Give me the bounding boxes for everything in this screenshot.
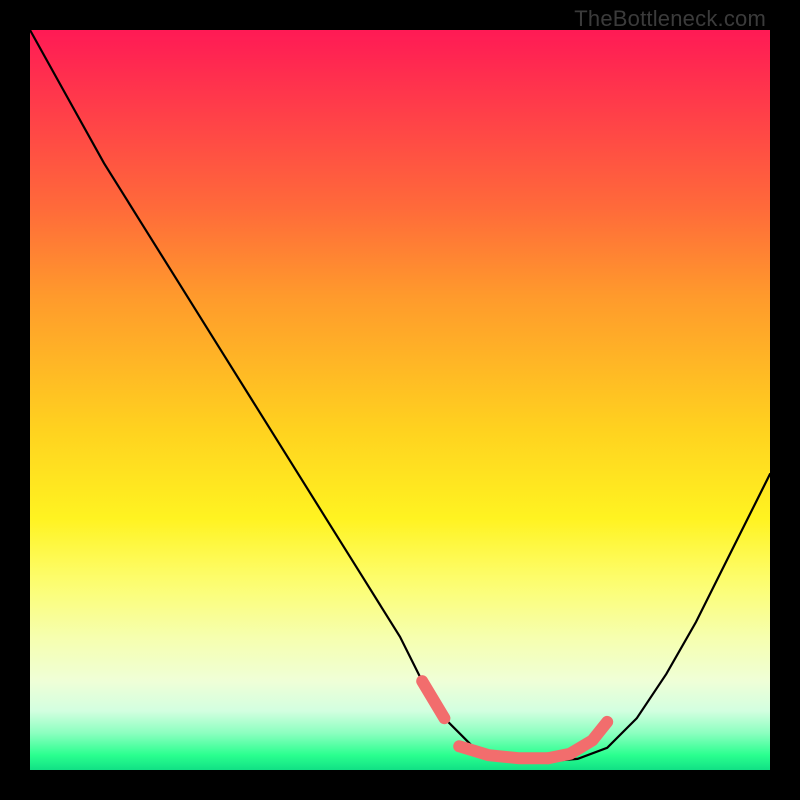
- highlight-left-shoulder: [422, 681, 444, 718]
- curve-svg: [30, 30, 770, 770]
- plot-area: [30, 30, 770, 770]
- highlight-valley-floor: [459, 746, 548, 758]
- chart-frame: TheBottleneck.com: [0, 0, 800, 800]
- watermark-label: TheBottleneck.com: [574, 6, 766, 32]
- bottleneck-curve: [30, 30, 770, 761]
- highlight-right-shoulder: [548, 722, 607, 758]
- highlight-group: [422, 681, 607, 758]
